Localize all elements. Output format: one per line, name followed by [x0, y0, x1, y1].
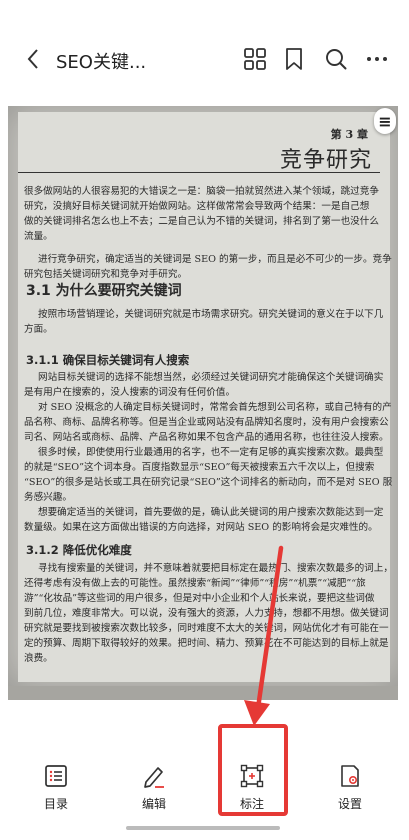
menu-icon[interactable]: ≡	[374, 108, 396, 134]
home-indicator	[126, 826, 280, 830]
more-icon[interactable]	[364, 46, 390, 72]
section-text: 研究就是要找到被搜索次数比较多，同时难度不太大的关键词，网站优化才有可能在一	[24, 623, 389, 634]
section-text: 品名称、商标、品牌名称等。但是当企业或网站没有品牌知名度时，没有用户会搜索公	[24, 417, 389, 428]
chapter-title: 竞争研究	[279, 148, 372, 173]
section-text: 务感兴趣。	[24, 492, 72, 503]
intro-line: 做的关键词排名怎么也上不去；二是自己认为不错的关键词，排名到了第一也没什么	[24, 216, 379, 227]
section-3-1-2-heading: 3.1.2 降低优化难度	[26, 543, 132, 557]
section-text: 网站目标关键词的选择不能想当然，必须经过关键词研究才能确保这个关键词确实	[38, 372, 384, 383]
annotate-highlight-box	[218, 724, 288, 816]
top-bar: SEO关键...	[0, 0, 409, 100]
search-icon[interactable]	[323, 46, 349, 72]
section-text: 司名、网站名或商标、品牌、产品名称如果不包含产品的通用名称，也往往没人搜索。	[24, 432, 389, 443]
page-edge	[8, 686, 398, 700]
chapter-number: 第 3 章	[330, 128, 368, 141]
section-3-1-heading: 3.1 为什么要研究关键词	[26, 283, 182, 299]
section-text: 还得考虑有没有做上去的可能性。虽然搜索“新闻”“律师”“租房”“机票”“减肥”“…	[24, 578, 366, 589]
edit-button[interactable]: 编辑	[114, 745, 194, 815]
bookmark-icon[interactable]	[281, 46, 307, 72]
intro-line: 研究，没搞好目标关键词就开始做网站。这样做常常会导致两个结果：一是自己想	[24, 201, 370, 212]
section-text: 数量级。如果在这方面做出错误的方向选择，对网站 SEO 的影响将会是灾难性的。	[24, 522, 378, 533]
section-text: 到前几位，难度非常大。可以说，没有强大的资源，人力支持，想都不用想。做关键词	[24, 608, 389, 619]
section-text: 很多时候，即使使用行业最通用的名字，也不一定有足够的真实搜索次数。最典型	[38, 447, 384, 458]
edit-label: 编辑	[141, 797, 166, 811]
edit-icon	[144, 767, 164, 788]
section-text: 是有用户在搜索的，没人搜索的词没有任何价值。	[24, 387, 236, 398]
section-text: 对 SEO 没概念的人确定目标关键词时，常常会首先想到公司名称，或自己特有的产	[38, 402, 392, 413]
section-text: 游”“化妆品”等这些词的用户很多，但是对中小企业和个人站长来说，要把这些词做	[24, 593, 375, 604]
catalog-button[interactable]: 目录	[16, 745, 96, 815]
document-title: SEO关键...	[56, 52, 147, 73]
settings-label: 设置	[337, 797, 362, 811]
back-arrow-icon[interactable]	[22, 46, 46, 72]
settings-icon	[341, 765, 359, 787]
book-page: 第 3 章 竞争研究 很多做网站的人很容易犯的大错误之一是：脑袋一拍就贸然进入某…	[18, 112, 393, 682]
document-photo[interactable]: 第 3 章 竞争研究 很多做网站的人很容易犯的大错误之一是：脑袋一拍就贸然进入某…	[8, 106, 398, 686]
section-text: 浪费。	[24, 653, 53, 664]
intro-line: 很多做网站的人很容易犯的大错误之一是：脑袋一拍就贸然进入某个领域，跳过竞争	[24, 186, 379, 197]
section-text: 定的预算、周期下取得较好的效果。把时间、精力、预算花在不可能达到的目标上就是	[24, 638, 389, 649]
catalog-icon	[45, 765, 67, 787]
grid-icon[interactable]	[242, 46, 268, 72]
section-text: 想要确定适当的关键词，首先要做的是，确认此关键词的用户搜索次数能达到一定	[38, 507, 384, 518]
section-text: 寻找有搜索量的关键词，并不意味着就要把目标定在最热门、搜索次数最多的词上，	[38, 563, 393, 574]
catalog-label: 目录	[43, 797, 68, 811]
section-3-1-1-heading: 3.1.1 确保目标关键词有人搜索	[26, 353, 190, 367]
settings-button[interactable]: 设置	[310, 745, 390, 815]
section-text: “SEO”的很多是站长或工具在研究记录“SEO”这个词排名的新动向，而不是对 S…	[24, 477, 393, 488]
section-text: 方面。	[24, 324, 53, 335]
intro-line: 流量。	[24, 231, 53, 242]
section-text: 按照市场营销理论，关键词研究就是市场需求研究。研究关键词的意义在于以下几	[38, 309, 384, 320]
chapter-rule	[18, 172, 380, 173]
bottom-toolbar: 目录 编辑 标注 设置	[0, 745, 409, 825]
section-text: 的就是“SEO”这个词本身。百度指数显示“SEO”每天被搜索五六千次以上，但搜索	[24, 462, 375, 473]
intro-line: 进行竞争研究，确定适当的关键词是 SEO 的第一步，而且是必不可少的一步。竞争	[38, 254, 392, 265]
